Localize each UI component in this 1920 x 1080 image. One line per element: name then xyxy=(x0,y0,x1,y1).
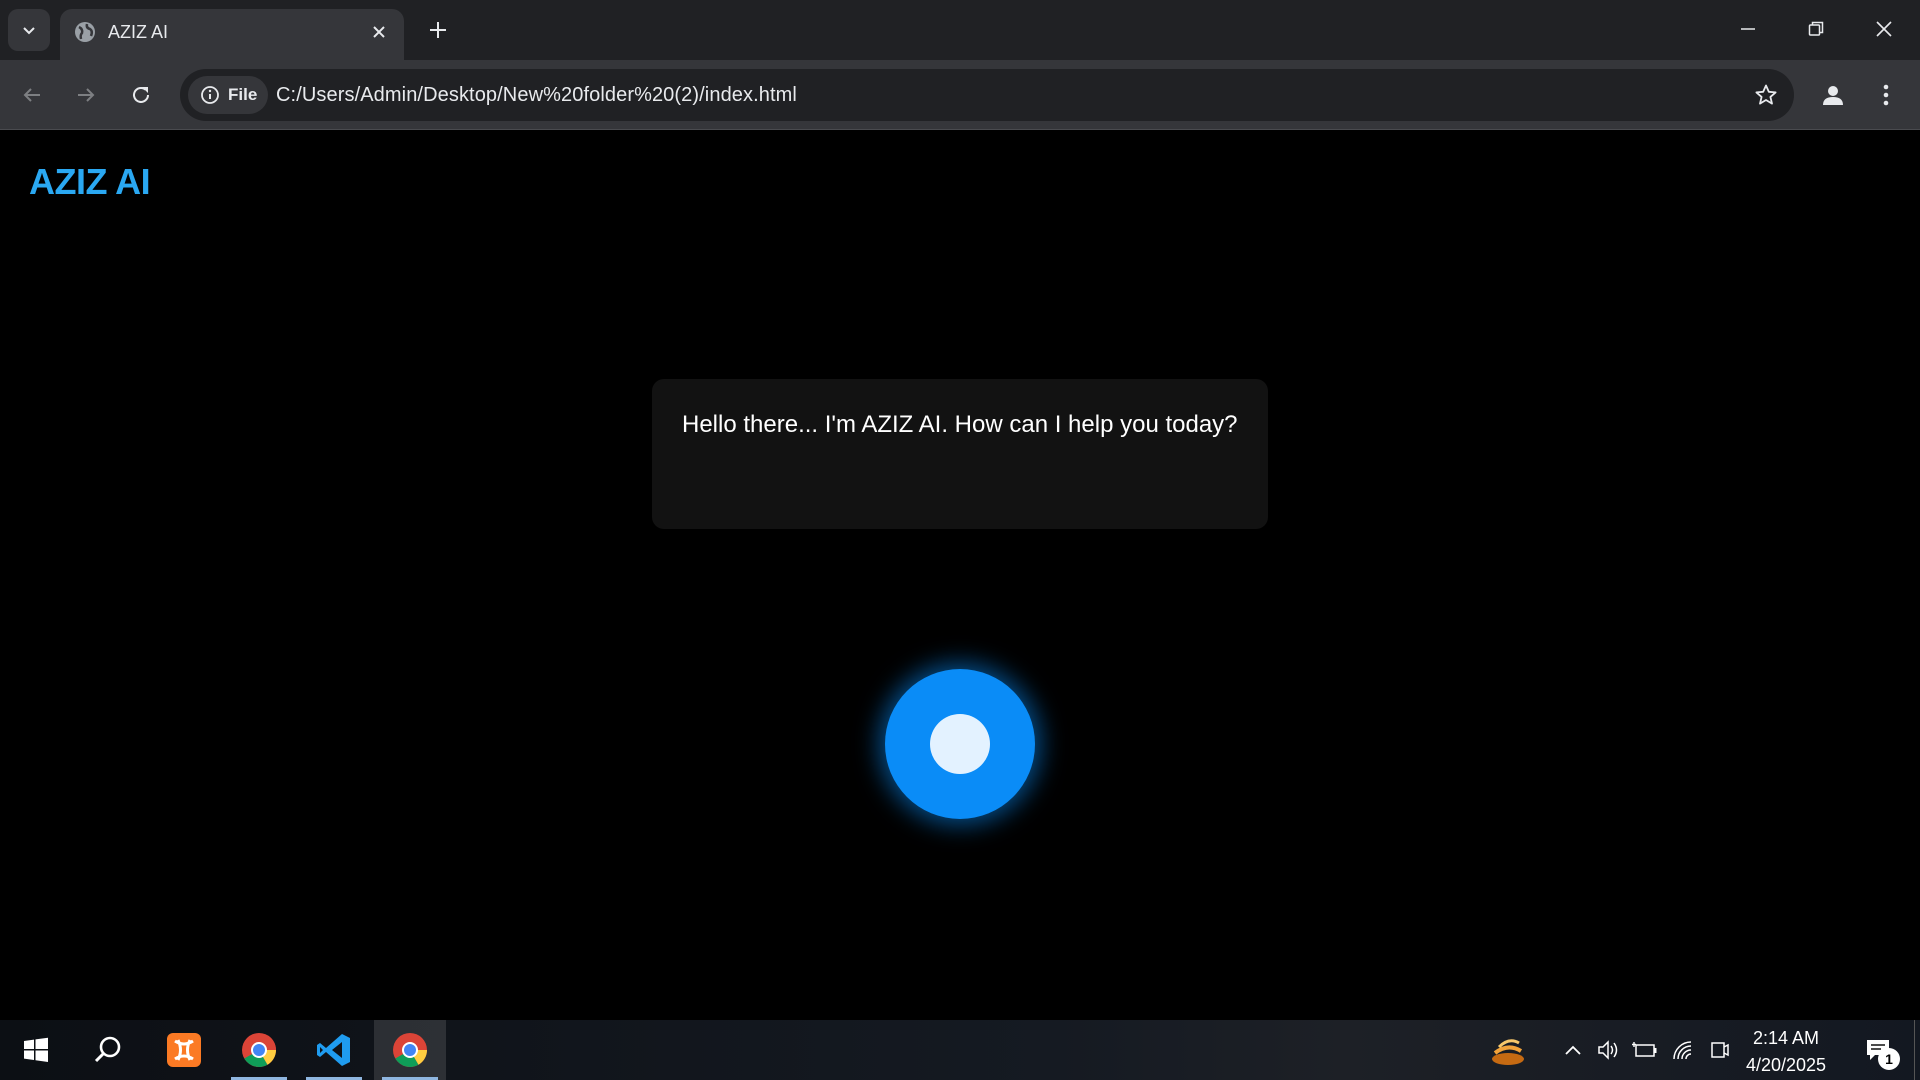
close-tab-button[interactable] xyxy=(366,19,392,45)
voice-orb-button[interactable] xyxy=(885,669,1035,819)
battery-button[interactable] xyxy=(1628,1020,1662,1080)
minimize-icon xyxy=(1741,28,1755,30)
close-icon xyxy=(1876,21,1892,37)
assistant-message-bubble: Hello there... I'm AZIZ AI. How can I he… xyxy=(652,379,1268,529)
arrow-left-icon xyxy=(23,88,40,102)
address-bar[interactable]: File C:/Users/Admin/Desktop/New%20folder… xyxy=(180,69,1794,121)
brand-logo-text: AZIZ AI xyxy=(29,161,151,202)
chevron-down-icon xyxy=(23,27,35,35)
meet-now-button[interactable] xyxy=(1702,1020,1736,1080)
assistant-message-text: Hello there... I'm AZIZ AI. How can I he… xyxy=(682,411,1238,438)
action-center-button[interactable]: 1 xyxy=(1852,1020,1904,1080)
site-info-chip[interactable]: File xyxy=(188,76,268,114)
show-desktop-button[interactable] xyxy=(1914,1020,1920,1080)
browser-tab[interactable]: AZIZ AI xyxy=(60,9,404,60)
battery-icon xyxy=(1632,1042,1657,1057)
close-window-button[interactable] xyxy=(1850,0,1918,58)
taskbar-app-vscode[interactable] xyxy=(298,1020,370,1080)
reload-button[interactable] xyxy=(121,75,161,115)
profile-button[interactable] xyxy=(1812,74,1854,116)
browser-toolbar: File C:/Users/Admin/Desktop/New%20folder… xyxy=(0,60,1920,130)
minimize-button[interactable] xyxy=(1714,0,1782,58)
taskbar-search-button[interactable] xyxy=(72,1020,144,1080)
speaker-icon xyxy=(1598,1040,1618,1060)
back-button[interactable] xyxy=(12,75,52,115)
taskbar-clock[interactable]: 2:14 AM 4/20/2025 xyxy=(1736,1025,1836,1079)
close-icon xyxy=(373,26,385,38)
url-text: C:/Users/Admin/Desktop/New%20folder%20(2… xyxy=(276,84,797,106)
more-vertical-icon xyxy=(1883,84,1889,106)
browser-menu-button[interactable] xyxy=(1868,74,1904,116)
notification-count-badge: 1 xyxy=(1878,1048,1900,1070)
page-content: AZIZ AI Hello there... I'm AZIZ AI. How … xyxy=(0,131,1920,1020)
restore-icon xyxy=(1808,21,1824,36)
tray-app-icon xyxy=(1492,1039,1524,1065)
taskbar: 2:14 AM 4/20/2025 1 xyxy=(0,1020,1920,1080)
taskbar-app-xampp[interactable] xyxy=(148,1020,220,1080)
info-icon xyxy=(201,86,219,104)
volume-button[interactable] xyxy=(1592,1020,1626,1080)
taskbar-app-chrome[interactable] xyxy=(223,1020,295,1080)
arrow-right-icon xyxy=(78,88,95,102)
tab-strip: AZIZ AI xyxy=(0,0,1920,60)
xampp-icon xyxy=(167,1033,201,1067)
clock-date: 4/20/2025 xyxy=(1745,1055,1827,1075)
forward-button[interactable] xyxy=(66,75,106,115)
wifi-icon xyxy=(1673,1041,1692,1060)
chrome-icon xyxy=(393,1033,427,1067)
globe-icon xyxy=(75,22,95,42)
taskbar-app-chrome-active[interactable] xyxy=(374,1020,446,1080)
star-icon xyxy=(1755,84,1777,105)
new-tab-button[interactable] xyxy=(422,14,454,46)
network-button[interactable] xyxy=(1666,1020,1700,1080)
site-chip-label: File xyxy=(228,85,258,104)
tab-title: AZIZ AI xyxy=(108,22,169,42)
camera-icon xyxy=(1711,1042,1729,1058)
show-hidden-icons-button[interactable] xyxy=(1556,1020,1590,1080)
chevron-up-icon xyxy=(1565,1045,1581,1055)
search-icon xyxy=(94,1036,121,1063)
vscode-icon xyxy=(317,1034,350,1066)
start-button[interactable] xyxy=(0,1020,72,1080)
reload-icon xyxy=(133,86,149,103)
chrome-icon xyxy=(242,1033,276,1067)
clock-time: 2:14 AM xyxy=(1752,1028,1820,1048)
tray-app-button[interactable] xyxy=(1488,1020,1528,1080)
tab-search-button[interactable] xyxy=(8,9,50,51)
windows-logo-icon xyxy=(24,1037,48,1062)
plus-icon xyxy=(430,22,446,38)
restore-button[interactable] xyxy=(1782,0,1850,58)
person-icon xyxy=(1823,86,1843,105)
orb-core xyxy=(930,714,990,774)
bookmark-button[interactable] xyxy=(1752,81,1780,109)
